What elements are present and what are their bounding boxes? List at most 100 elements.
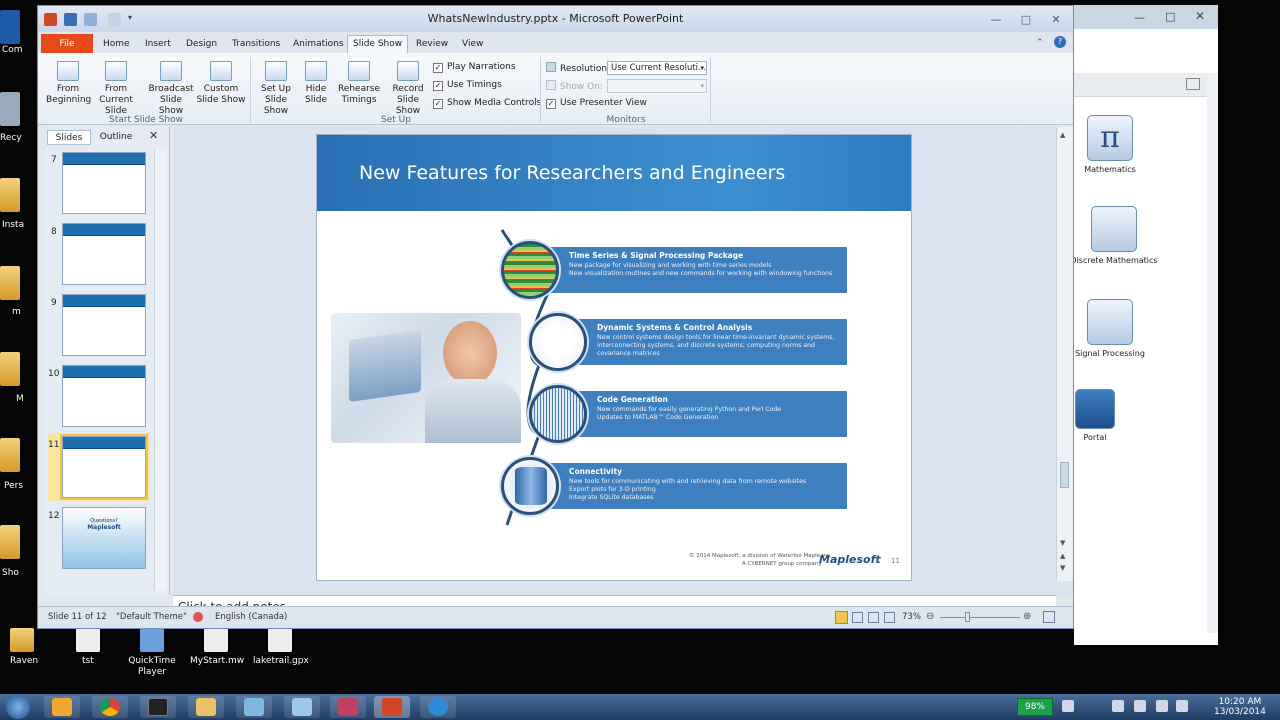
resolution-dropdown[interactable]: Use Current Resoluti... ▾ xyxy=(607,61,707,75)
folder-icon[interactable] xyxy=(0,266,20,300)
taskbar-network[interactable] xyxy=(236,696,272,718)
panel-scrollbar[interactable] xyxy=(154,149,167,591)
rehearse-timings-button[interactable]: Rehearse Timings xyxy=(336,61,382,106)
zoom-out-icon[interactable]: ⊖ xyxy=(926,611,934,622)
fit-to-window-icon[interactable] xyxy=(1043,611,1055,623)
desktop-label: M xyxy=(16,394,24,404)
slide-scrollbar[interactable]: ▲ ▼ ▲ ▼ xyxy=(1056,127,1073,581)
scrollbar-thumb[interactable] xyxy=(1060,462,1069,488)
record-slide-show-button[interactable]: Record Slide Show xyxy=(384,61,432,117)
desktop-label: Com xyxy=(2,45,23,55)
tab-animations[interactable]: Animations xyxy=(288,36,349,52)
help-icon[interactable]: ? xyxy=(1054,36,1066,48)
taskbar-terminal[interactable] xyxy=(140,696,176,718)
theme-name[interactable]: "Default Theme" xyxy=(116,612,187,622)
close-button[interactable]: ✕ xyxy=(1048,13,1064,27)
slide-thumbnail-selected[interactable] xyxy=(60,434,148,500)
maximize-icon[interactable]: □ xyxy=(1165,10,1175,23)
network-tray-icon[interactable] xyxy=(1134,700,1146,712)
previous-slide-icon[interactable]: ▲ xyxy=(1060,552,1065,560)
use-timings-checkbox[interactable]: ✓ Use Timings xyxy=(433,80,502,91)
slide-thumbnail[interactable]: Questions? Maplesoft xyxy=(62,507,146,569)
show-media-controls-checkbox[interactable]: ✓ Show Media Controls xyxy=(433,98,541,109)
tab-outline[interactable]: Outline xyxy=(93,130,139,145)
from-beginning-button[interactable]: From Beginning xyxy=(46,61,91,106)
zoom-in-icon[interactable]: ⊕ xyxy=(1023,611,1031,622)
slide-thumbnail[interactable] xyxy=(62,365,146,427)
maple-scrollbar[interactable] xyxy=(1207,73,1218,633)
next-slide-icon[interactable]: ▼ xyxy=(1060,564,1065,572)
broadcast-slide-show-button[interactable]: Broadcast Slide Show xyxy=(148,61,194,117)
zoom-slider-thumb[interactable] xyxy=(965,612,970,622)
raven-icon[interactable] xyxy=(10,628,34,652)
custom-slide-show-button[interactable]: Custom Slide Show xyxy=(196,61,246,106)
group-label: Start Slide Show xyxy=(109,115,183,125)
volume-icon[interactable] xyxy=(1156,700,1168,712)
folder-icon[interactable] xyxy=(0,352,20,386)
folder-icon[interactable] xyxy=(0,178,20,212)
taskbar-maple[interactable] xyxy=(330,696,366,718)
close-panel-icon[interactable]: ✕ xyxy=(149,129,158,142)
tab-slide-show[interactable]: Slide Show xyxy=(347,35,409,55)
broadcast-icon xyxy=(160,61,182,81)
tray-icon[interactable] xyxy=(1062,700,1074,712)
tab-view[interactable]: View xyxy=(457,36,488,52)
slide-thumbnail[interactable] xyxy=(62,152,146,214)
battery-indicator[interactable]: 98% xyxy=(1017,698,1053,716)
taskbar-ie[interactable] xyxy=(420,696,456,718)
maple-file-icon[interactable] xyxy=(204,628,228,652)
normal-view-icon[interactable] xyxy=(835,611,848,624)
minimize-button[interactable]: — xyxy=(988,13,1004,27)
folder-icon[interactable] xyxy=(0,438,20,472)
play-narrations-checkbox[interactable]: ✓ Play Narrations xyxy=(433,62,516,73)
folder-icon[interactable] xyxy=(0,525,20,559)
slide-sorter-icon[interactable] xyxy=(852,612,863,623)
taskbar-outlook[interactable] xyxy=(44,696,80,718)
taskbar-app[interactable] xyxy=(284,696,320,718)
maple-titlebar: — □ ✕ xyxy=(1074,5,1218,29)
reading-view-icon[interactable] xyxy=(868,612,879,623)
taskbar-powerpoint[interactable] xyxy=(374,696,410,718)
current-slide[interactable]: New Features for Researchers and Enginee… xyxy=(316,134,912,581)
flag-icon[interactable] xyxy=(1176,700,1188,712)
slide-title[interactable]: New Features for Researchers and Enginee… xyxy=(359,162,785,184)
tab-slides[interactable]: Slides xyxy=(47,130,91,145)
feature-time-series: Time Series & Signal Processing Package … xyxy=(539,247,847,293)
clock[interactable]: 10:20 AM 13/03/2014 xyxy=(1214,697,1266,717)
tab-design[interactable]: Design xyxy=(181,36,222,52)
slide-thumbnail[interactable] xyxy=(62,294,146,356)
maximize-button[interactable]: □ xyxy=(1018,13,1034,27)
taskbar-chrome[interactable] xyxy=(92,696,128,718)
scroll-down-icon[interactable]: ▼ xyxy=(1060,539,1065,547)
recycle-bin-icon[interactable] xyxy=(0,92,20,126)
ribbon-minimize-icon[interactable]: ⌃ xyxy=(1036,38,1044,48)
slide-show-view-icon[interactable] xyxy=(884,612,895,623)
set-up-slide-show-button[interactable]: Set Up Slide Show xyxy=(253,61,299,117)
tray-icon[interactable] xyxy=(1112,700,1124,712)
gpx-file-icon[interactable] xyxy=(268,628,292,652)
from-current-slide-button[interactable]: From Current Slide xyxy=(90,61,142,117)
file-icon[interactable] xyxy=(76,628,100,652)
network-icon xyxy=(244,698,264,716)
use-presenter-view-checkbox[interactable]: ✓ Use Presenter View xyxy=(546,98,647,109)
computer-icon[interactable] xyxy=(0,10,20,44)
close-icon[interactable]: ✕ xyxy=(1195,9,1205,23)
tab-review[interactable]: Review xyxy=(411,36,453,52)
quicktime-icon[interactable] xyxy=(140,628,164,652)
start-button-icon[interactable] xyxy=(6,695,30,719)
tab-transitions[interactable]: Transitions xyxy=(227,36,285,52)
slide-thumbnail[interactable] xyxy=(62,223,146,285)
taskbar-explorer[interactable] xyxy=(188,696,224,718)
zoom-level[interactable]: 73% xyxy=(902,612,921,622)
palette-options-icon[interactable] xyxy=(1186,78,1200,90)
hide-slide-button[interactable]: Hide Slide xyxy=(300,61,332,106)
zoom-slider-track[interactable] xyxy=(940,617,1020,618)
scroll-up-icon[interactable]: ▲ xyxy=(1060,131,1065,139)
minimize-icon[interactable]: — xyxy=(1134,11,1145,24)
spell-check-icon[interactable] xyxy=(193,612,203,622)
show-on-dropdown[interactable]: ▾ xyxy=(607,79,707,93)
language[interactable]: English (Canada) xyxy=(215,612,287,622)
tab-home[interactable]: Home xyxy=(98,36,135,52)
tab-insert[interactable]: Insert xyxy=(140,36,176,52)
tab-file[interactable]: File xyxy=(41,34,93,53)
